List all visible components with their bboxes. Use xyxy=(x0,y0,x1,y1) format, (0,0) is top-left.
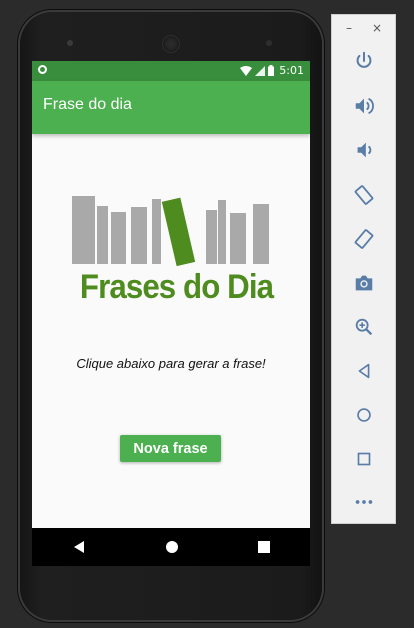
frases-do-dia-logo: Frases do Dia xyxy=(72,196,274,306)
proximity-sensor xyxy=(266,40,272,46)
nova-frase-button[interactable]: Nova frase xyxy=(120,435,221,462)
app-title: Frase do dia xyxy=(43,96,132,113)
logo-wordmark: Frases do Dia xyxy=(79,268,274,306)
phone-frame: 5:01 Frase do dia Frases do Dia Clique a… xyxy=(18,10,324,622)
emulator-side-panel: – × xyxy=(331,14,396,524)
overview-button[interactable] xyxy=(352,447,376,471)
camera-icon xyxy=(355,275,373,291)
minimize-button[interactable]: – xyxy=(346,21,352,35)
battery-icon xyxy=(268,65,275,76)
books-icon xyxy=(72,196,269,267)
app-bar: Frase do dia xyxy=(32,81,310,134)
volume-down-icon xyxy=(357,142,372,158)
rotate-right-icon xyxy=(354,229,374,249)
zoom-icon xyxy=(355,318,373,336)
more-icon xyxy=(355,500,373,504)
phone-screen: 5:01 Frase do dia Frases do Dia Clique a… xyxy=(32,61,310,566)
volume-up-button[interactable] xyxy=(352,94,376,118)
home-button[interactable] xyxy=(352,403,376,427)
volume-down-button[interactable] xyxy=(352,138,376,162)
more-button[interactable] xyxy=(352,490,376,514)
home-icon[interactable] xyxy=(165,540,179,554)
wifi-icon xyxy=(240,65,253,76)
overview-icon xyxy=(357,452,371,466)
home-icon xyxy=(357,408,371,422)
volume-up-icon xyxy=(355,97,374,115)
close-button[interactable]: × xyxy=(372,21,382,35)
prompt-text: Clique abaixo para gerar a frase! xyxy=(76,356,266,371)
panel-titlebar: – × xyxy=(332,15,395,43)
rotate-left-icon xyxy=(354,185,374,205)
power-icon xyxy=(356,51,372,68)
power-button[interactable] xyxy=(352,49,376,73)
nav-bar xyxy=(32,528,310,566)
main-content: Frases do Dia Clique abaixo para gerar a… xyxy=(32,134,310,528)
back-icon[interactable] xyxy=(72,540,86,554)
screenshot-button[interactable] xyxy=(352,271,376,295)
rotate-left-button[interactable] xyxy=(352,183,376,207)
recents-icon[interactable] xyxy=(258,541,271,553)
notification-icon xyxy=(38,65,47,74)
earpiece-speaker xyxy=(163,36,179,52)
zoom-button[interactable] xyxy=(352,315,376,339)
back-button[interactable] xyxy=(352,359,376,383)
status-time: 5:01 xyxy=(279,64,304,77)
signal-icon xyxy=(255,65,266,76)
front-camera xyxy=(67,40,73,46)
rotate-right-button[interactable] xyxy=(352,227,376,251)
status-bar: 5:01 xyxy=(32,61,310,81)
back-icon xyxy=(358,363,370,379)
